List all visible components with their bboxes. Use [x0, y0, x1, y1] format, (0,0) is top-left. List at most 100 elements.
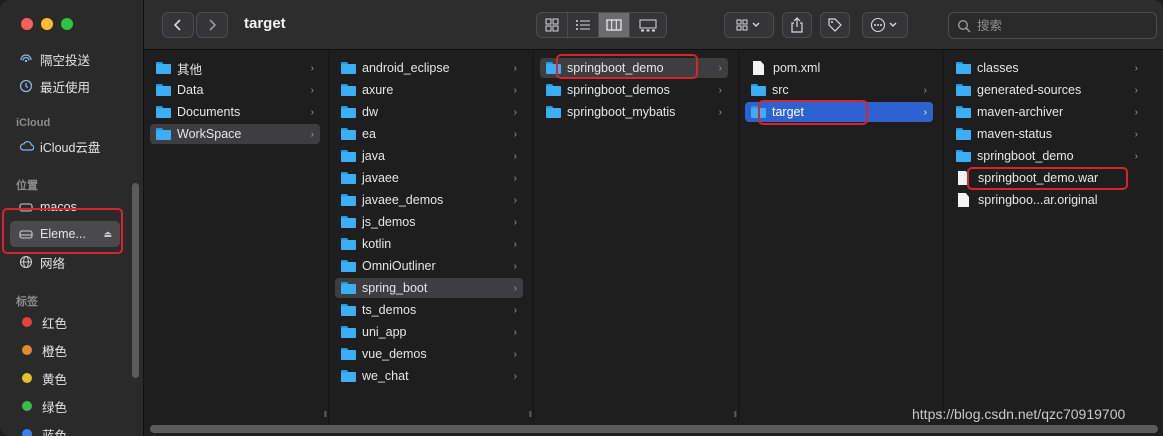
folder-icon: [156, 62, 171, 74]
folder-icon: [956, 128, 971, 140]
sidebar-section-locations: 位置: [16, 180, 38, 192]
item-name: uni_app: [362, 325, 407, 339]
list-item[interactable]: ts_demos ›: [335, 300, 523, 320]
chevron-right-icon: ›: [718, 106, 722, 118]
chevron-right-icon: ›: [310, 128, 314, 140]
search-icon: [957, 19, 971, 33]
list-item[interactable]: java ›: [335, 146, 523, 166]
list-item[interactable]: javaee ›: [335, 168, 523, 188]
group-button[interactable]: [724, 12, 774, 38]
folder-icon: [546, 84, 561, 96]
icon-view-button[interactable]: [537, 13, 568, 37]
column-5: classes › generated-sources › maven-archiv…: [944, 51, 1163, 423]
sidebar-tag-blue[interactable]: 蓝色: [10, 421, 120, 436]
item-name: we_chat: [362, 369, 409, 383]
chevron-right-icon: ›: [513, 304, 517, 316]
chevron-right-icon: ›: [513, 128, 517, 140]
watermark: https://blog.csdn.net/qzc70919700: [912, 406, 1126, 422]
search-field[interactable]: [948, 12, 1157, 39]
item-name: Data: [177, 83, 204, 97]
sidebar-item-network[interactable]: 网络: [10, 249, 120, 275]
sidebar-tag-orange[interactable]: 橙色: [10, 337, 120, 363]
search-input[interactable]: [977, 18, 1137, 33]
item-name: pom.xml: [773, 61, 821, 75]
list-item[interactable]: we_chat ›: [335, 366, 523, 386]
list-item[interactable]: springboot_demos ›: [540, 80, 728, 100]
list-item[interactable]: ea ›: [335, 124, 523, 144]
horizontal-scrollbar[interactable]: [150, 425, 1158, 433]
chevron-right-icon: ›: [513, 172, 517, 184]
list-item[interactable]: springboo...ar.original: [950, 190, 1144, 210]
list-item[interactable]: classes ›: [950, 58, 1144, 78]
gallery-view-button[interactable]: [630, 13, 666, 37]
columns-icon: [606, 19, 622, 31]
column-resize-handle[interactable]: ǀǀ: [324, 410, 327, 419]
list-item[interactable]: maven-status ›: [950, 124, 1144, 144]
list-view-button[interactable]: [568, 13, 599, 37]
sidebar-item-airdrop[interactable]: 隔空投送: [10, 46, 120, 72]
list-item[interactable]: vue_demos ›: [335, 344, 523, 364]
list-item[interactable]: javaee_demos ›: [335, 190, 523, 210]
list-item[interactable]: spring_boot ›: [335, 278, 523, 298]
item-name: kotlin: [362, 237, 392, 251]
sidebar-tag-red[interactable]: 红色: [10, 309, 120, 335]
list-item[interactable]: 其他 ›: [150, 58, 320, 78]
item-name: java: [362, 149, 385, 163]
list-item[interactable]: maven-archiver ›: [950, 102, 1144, 122]
list-item[interactable]: android_eclipse ›: [335, 58, 523, 78]
list-item[interactable]: springboot_mybatis ›: [540, 102, 728, 122]
sidebar-item-recents[interactable]: 最近使用: [10, 73, 120, 99]
close-window-button[interactable]: [21, 18, 33, 30]
list-item[interactable]: js_demos ›: [335, 212, 523, 232]
list-item[interactable]: axure ›: [335, 80, 523, 100]
list-item[interactable]: OmniOutliner ›: [335, 256, 523, 276]
list-item[interactable]: uni_app ›: [335, 322, 523, 342]
item-name: js_demos: [362, 215, 416, 229]
list-item[interactable]: springboot_demo.war: [950, 168, 1144, 188]
list-item[interactable]: generated-sources ›: [950, 80, 1144, 100]
sidebar-item-label: 黄色: [42, 372, 68, 387]
globe-icon: [18, 254, 34, 270]
sidebar-section-tags: 标签: [16, 296, 38, 308]
list-item[interactable]: kotlin ›: [335, 234, 523, 254]
column-resize-handle[interactable]: ǀǀ: [529, 410, 532, 419]
more-actions-button[interactable]: [862, 12, 908, 38]
list-item[interactable]: target ›: [745, 102, 933, 122]
chevron-right-icon: ›: [513, 150, 517, 162]
sidebar-scrollbar[interactable]: [132, 183, 139, 378]
clock-icon: [18, 78, 34, 94]
zoom-window-button[interactable]: [61, 18, 73, 30]
sidebar-item-eleme[interactable]: Eleme... ⏏: [10, 221, 120, 247]
list-item[interactable]: Data ›: [150, 80, 320, 100]
sidebar-item-icloud-drive[interactable]: iCloud云盘: [10, 133, 120, 159]
list-item[interactable]: pom.xml: [745, 58, 933, 78]
folder-icon: [156, 128, 171, 140]
list-item[interactable]: WorkSpace ›: [150, 124, 320, 144]
list-item[interactable]: dw ›: [335, 102, 523, 122]
share-button[interactable]: [782, 12, 812, 38]
item-name: javaee_demos: [362, 193, 444, 207]
tag-dot-icon: [22, 373, 32, 383]
sidebar-tag-green[interactable]: 绿色: [10, 393, 120, 419]
sidebar-item-macos[interactable]: macos: [10, 194, 120, 220]
document-icon: [958, 193, 969, 207]
sidebar-tag-yellow[interactable]: 黄色: [10, 365, 120, 391]
chevron-right-icon: ›: [718, 62, 722, 74]
back-button[interactable]: [162, 12, 194, 38]
chevron-right-icon: ›: [513, 84, 517, 96]
forward-button[interactable]: [196, 12, 228, 38]
minimize-window-button[interactable]: [41, 18, 53, 30]
list-icon: [576, 20, 590, 30]
list-item[interactable]: Documents ›: [150, 102, 320, 122]
eject-icon[interactable]: ⏏: [103, 229, 112, 240]
list-item[interactable]: springboot_demo ›: [540, 58, 728, 78]
list-item[interactable]: src ›: [745, 80, 933, 100]
list-item[interactable]: springboot_demo ›: [950, 146, 1144, 166]
chevron-right-icon: ›: [1134, 150, 1138, 162]
tags-button[interactable]: [820, 12, 850, 38]
chevron-left-icon: [173, 19, 181, 31]
column-view-button[interactable]: [599, 13, 630, 37]
tag-dot-icon: [22, 317, 32, 327]
view-switcher[interactable]: [536, 12, 667, 38]
column-resize-handle[interactable]: ǀǀ: [734, 410, 737, 419]
